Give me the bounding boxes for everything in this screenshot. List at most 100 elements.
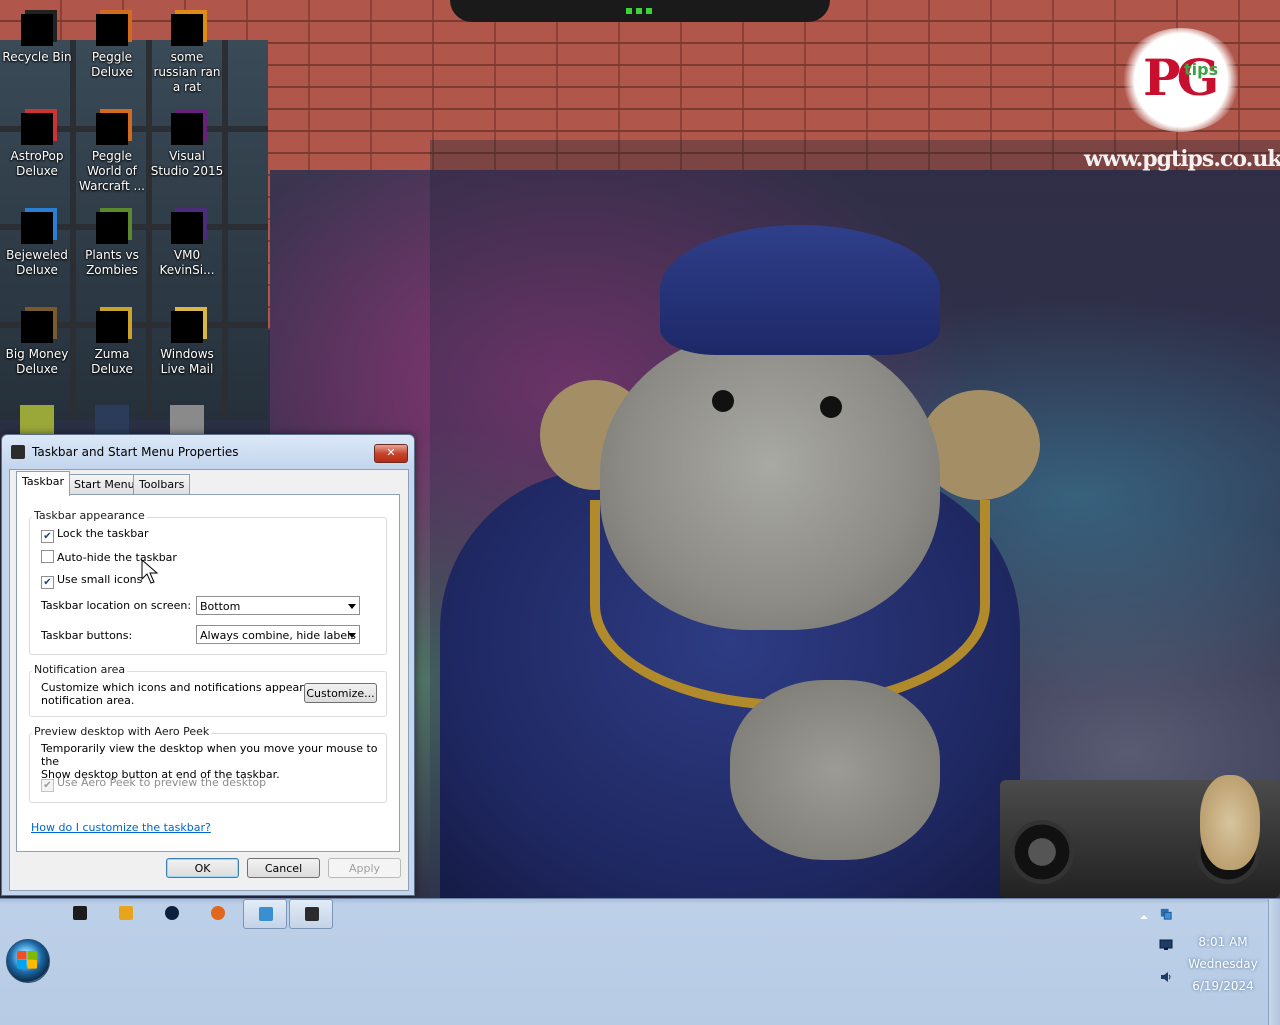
- peggle-wow-icon: [96, 113, 128, 145]
- volume-icon[interactable]: [1159, 971, 1173, 983]
- desktop-icon[interactable]: VM0 KevinSi...: [150, 198, 224, 278]
- location-select[interactable]: Bottom: [196, 596, 360, 615]
- desktop-icon[interactable]: Recycle Bin: [0, 0, 74, 65]
- notification-area-title: Notification area: [32, 663, 128, 676]
- desktop-icon-label: Big Money Deluxe: [5, 347, 69, 376]
- aero-peek-checkbox: ✔ Use Aero Peek to preview the desktop: [41, 776, 266, 792]
- desktop-icon-label: Peggle World of Warcraft ...: [79, 149, 145, 193]
- desktop-icon-label: Zuma Deluxe: [91, 347, 133, 376]
- clock[interactable]: 8:01 AM Wednesday 6/19/2024: [1186, 931, 1260, 997]
- monkey-head: [600, 330, 940, 630]
- desktop-icon[interactable]: Zuma Deluxe: [75, 297, 149, 377]
- close-button[interactable]: ✕: [374, 444, 408, 463]
- pg-tips-logo-sub: tips: [1184, 60, 1219, 79]
- dialog-title: Taskbar and Start Menu Properties: [32, 445, 239, 459]
- bejeweled-icon: [21, 212, 53, 244]
- lock-taskbar-checkbox[interactable]: ✔ Lock the taskbar: [41, 527, 149, 543]
- taskbar-button[interactable]: [289, 899, 333, 929]
- media-player-icon: [119, 906, 133, 920]
- taskbar-button[interactable]: [150, 899, 194, 929]
- dialog-client: Taskbar Start Menu Toolbars Taskbar appe…: [9, 469, 409, 891]
- pg-tips-url: www.pgtips.co.uk: [1084, 146, 1280, 172]
- desktop-icon[interactable]: Peggle World of Warcraft ...: [75, 99, 149, 194]
- visual-studio-icon: [171, 113, 203, 145]
- desktop-icon[interactable]: Windows Live Mail: [150, 297, 224, 377]
- live-mail-icon: [171, 311, 203, 343]
- clock-day: Wednesday: [1188, 957, 1258, 971]
- taskbar-properties-dialog: Taskbar and Start Menu Properties ✕ Task…: [1, 434, 415, 896]
- taskbar-button[interactable]: [196, 899, 240, 929]
- taskbar-properties-icon: [11, 445, 25, 459]
- desktop-icon[interactable]: AstroPop Deluxe: [0, 99, 74, 179]
- taskbar-buttons-select[interactable]: Always combine, hide labels: [196, 625, 360, 644]
- partial-desktop-icon[interactable]: [20, 405, 54, 435]
- control-panel-icon: [259, 907, 273, 921]
- show-desktop-button[interactable]: [1268, 899, 1280, 1025]
- desktop-icon-label: AstroPop Deluxe: [10, 149, 64, 178]
- cancel-button[interactable]: Cancel: [247, 858, 320, 878]
- display-icon[interactable]: [1159, 939, 1173, 951]
- desktop-icon-label: some russian ran a rat: [153, 50, 221, 94]
- taskbar-tab-page: Taskbar appearance ✔ Lock the taskbar Aut…: [16, 494, 400, 852]
- desktop-icon-label: Plants vs Zombies: [85, 248, 139, 277]
- partial-desktop-icon[interactable]: [170, 405, 204, 435]
- small-icons-check-box[interactable]: ✔: [41, 576, 54, 589]
- desktop-icon[interactable]: Bejeweled Deluxe: [0, 198, 74, 278]
- tab-toolbars[interactable]: Toolbars: [133, 474, 191, 495]
- taskbar-properties-icon: [305, 907, 319, 921]
- lock-taskbar-check-box[interactable]: ✔: [41, 530, 54, 543]
- notification-text-line2: notification area.: [41, 694, 135, 707]
- astropop-icon: [21, 113, 53, 145]
- customize-button[interactable]: Customize...: [304, 683, 377, 703]
- network-icon[interactable]: [1159, 908, 1173, 920]
- notification-area-text: Customize which icons and notifications …: [41, 681, 339, 707]
- notification-text-line1: Customize which icons and notifications …: [41, 681, 339, 694]
- plants-vs-zombies-icon: [96, 212, 128, 244]
- small-icons-checkbox[interactable]: ✔ Use small icons: [41, 573, 142, 589]
- aero-peek-check-box: ✔: [41, 779, 54, 792]
- aero-peek-title: Preview desktop with Aero Peek: [32, 725, 212, 738]
- show-hidden-icons-arrow[interactable]: [1137, 911, 1151, 923]
- desktop-icon-label: VM0 KevinSi...: [159, 248, 215, 277]
- taskbar-button[interactable]: [243, 899, 287, 929]
- ok-button[interactable]: OK: [166, 858, 239, 878]
- dialog-titlebar[interactable]: Taskbar and Start Menu Properties ✕: [2, 435, 414, 467]
- desktop-icon[interactable]: some russian ran a rat: [150, 0, 224, 95]
- taskbar-buttons-label: Taskbar buttons:: [41, 629, 133, 642]
- aero-peek-text-line1: Temporarily view the desktop when you mo…: [41, 742, 378, 768]
- partial-desktop-icon[interactable]: [95, 405, 129, 435]
- monkey-eye-left: [712, 390, 734, 412]
- big-money-icon: [21, 311, 53, 343]
- monkey-eye-right: [820, 396, 842, 418]
- tab-taskbar[interactable]: Taskbar: [16, 471, 70, 496]
- taskbar-buttons-select-value: Always combine, hide labels: [200, 629, 356, 642]
- taskbar-button[interactable]: [58, 899, 102, 929]
- help-link[interactable]: How do I customize the taskbar?: [31, 821, 211, 834]
- desktop-icon[interactable]: Visual Studio 2015: [150, 99, 224, 179]
- location-label: Taskbar location on screen:: [41, 599, 192, 612]
- black-app-icon: [73, 906, 87, 920]
- clock-date: 6/19/2024: [1192, 979, 1254, 993]
- apply-button: Apply: [328, 858, 401, 878]
- windows-logo-icon: [17, 951, 37, 969]
- monkey-cap: [660, 225, 940, 355]
- desktop-icon-label: Bejeweled Deluxe: [6, 248, 68, 277]
- monkey-mitten: [730, 680, 940, 860]
- taskbar-appearance-title: Taskbar appearance: [32, 509, 147, 522]
- desktop-icon[interactable]: Plants vs Zombies: [75, 198, 149, 278]
- shortcut-icon: [171, 14, 203, 46]
- desktop-icon[interactable]: Peggle Deluxe: [75, 0, 149, 80]
- lock-taskbar-label: Lock the taskbar: [57, 527, 149, 540]
- desktop-icon[interactable]: Big Money Deluxe: [0, 297, 74, 377]
- recycle-bin-icon: [21, 14, 53, 46]
- chevron-down-icon: [348, 633, 356, 638]
- clock-time: 8:01 AM: [1198, 935, 1248, 949]
- taskbar-button[interactable]: [104, 899, 148, 929]
- mouse-cursor-icon: [141, 559, 159, 584]
- chevron-down-icon: [348, 604, 356, 609]
- autohide-check-box[interactable]: [41, 550, 54, 563]
- tab-start-menu[interactable]: Start Menu: [68, 474, 141, 495]
- vm-icon: [171, 212, 203, 244]
- desktop-icon-label: Visual Studio 2015: [150, 149, 224, 178]
- desktop-icon-label: Recycle Bin: [2, 50, 72, 64]
